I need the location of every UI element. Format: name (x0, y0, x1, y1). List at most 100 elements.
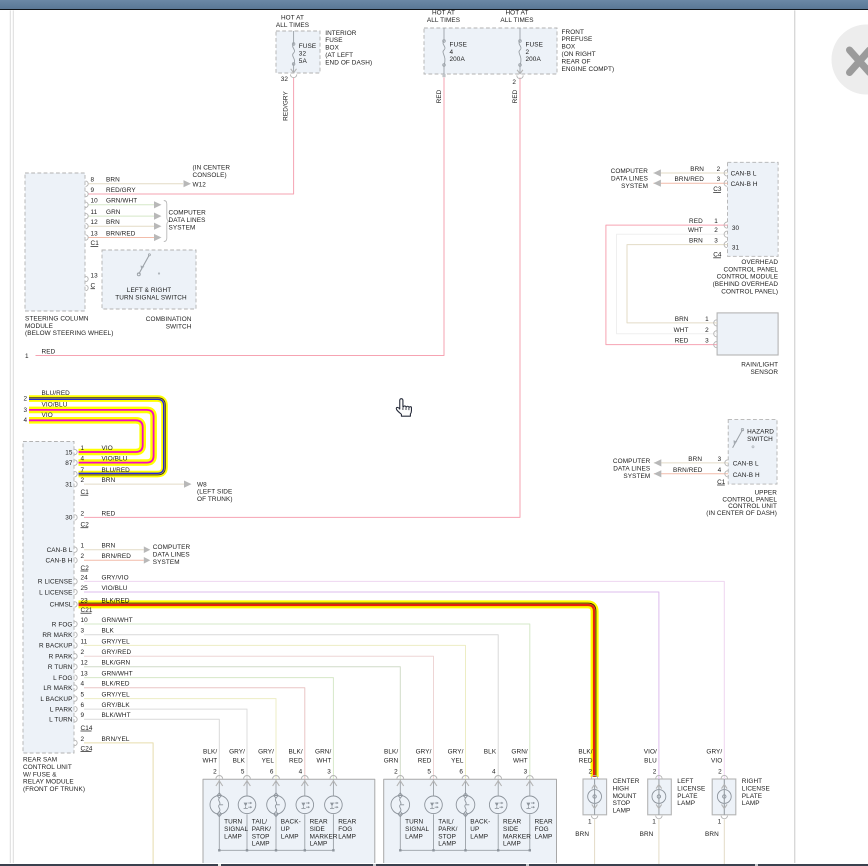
svg-text:BACK-: BACK- (281, 819, 301, 826)
svg-text:2: 2 (81, 736, 85, 743)
svg-text:RR MARK: RR MARK (42, 632, 73, 639)
svg-text:BRN: BRN (689, 238, 703, 245)
svg-text:L BACKUP: L BACKUP (40, 696, 72, 703)
svg-text:10: 10 (81, 617, 89, 624)
svg-text:LAMP: LAMP (470, 833, 488, 840)
svg-text:YEL: YEL (262, 757, 275, 764)
svg-text:13: 13 (81, 671, 89, 678)
svg-text:2: 2 (24, 396, 28, 403)
svg-text:CONSOLE): CONSOLE) (193, 172, 227, 179)
svg-text:TAIL/: TAIL/ (252, 819, 267, 826)
svg-text:ALL TIMES: ALL TIMES (500, 17, 533, 24)
svg-text:LAMP: LAMP (224, 833, 242, 840)
svg-text:SIGNAL: SIGNAL (224, 826, 248, 833)
svg-text:4: 4 (81, 456, 85, 463)
svg-text:1: 1 (25, 353, 29, 360)
svg-text:24: 24 (81, 574, 89, 581)
svg-text:MARKER: MARKER (310, 833, 338, 840)
svg-text:ALL TIMES: ALL TIMES (276, 22, 309, 29)
svg-text:SYSTEM: SYSTEM (153, 559, 180, 566)
svg-text:(ON RIGHT: (ON RIGHT (562, 51, 596, 58)
svg-text:OVERHEAD: OVERHEAD (741, 259, 778, 266)
svg-text:RED: RED (689, 218, 703, 225)
svg-text:LAMP: LAMP (742, 800, 760, 807)
svg-text:BLK/: BLK/ (384, 749, 398, 756)
svg-text:3: 3 (705, 338, 709, 345)
svg-text:RED/GRY: RED/GRY (283, 91, 290, 121)
svg-text:1: 1 (718, 819, 722, 826)
svg-text:ALL TIMES: ALL TIMES (427, 17, 460, 24)
svg-text:3: 3 (81, 628, 85, 635)
svg-text:FOG: FOG (338, 826, 352, 833)
svg-text:LAMP: LAMP (438, 841, 456, 848)
svg-text:CONTROL PANEL): CONTROL PANEL) (721, 289, 778, 296)
svg-text:DATA LINES: DATA LINES (153, 551, 190, 558)
svg-text:1: 1 (714, 218, 718, 225)
svg-text:1: 1 (652, 819, 656, 826)
svg-text:BRN: BRN (705, 831, 719, 838)
svg-text:87: 87 (65, 460, 73, 467)
svg-text:R FOG: R FOG (52, 621, 73, 628)
svg-text:WHT: WHT (513, 757, 528, 764)
svg-text:LR MARK: LR MARK (43, 685, 73, 692)
svg-text:2: 2 (81, 510, 85, 517)
svg-text:VIO/BLU: VIO/BLU (102, 456, 128, 463)
svg-text:3: 3 (717, 176, 721, 183)
svg-text:STOP: STOP (438, 833, 456, 840)
svg-text:6: 6 (81, 702, 85, 709)
svg-text:STOP: STOP (613, 800, 631, 807)
svg-text:(LEFT SIDE: (LEFT SIDE (197, 489, 232, 496)
svg-text:BLK/RED: BLK/RED (102, 681, 130, 688)
svg-text:BLK/: BLK/ (289, 749, 303, 756)
svg-text:LICENSE: LICENSE (677, 786, 705, 793)
svg-text:PARK/: PARK/ (252, 826, 271, 833)
svg-text:9: 9 (91, 187, 95, 194)
svg-text:LAMP: LAMP (503, 841, 521, 848)
svg-text:30: 30 (732, 225, 740, 232)
svg-text:L PARK: L PARK (50, 706, 73, 713)
svg-text:R TURN: R TURN (48, 664, 73, 671)
svg-text:7: 7 (81, 467, 85, 474)
svg-text:(BEHIND OVERHEAD: (BEHIND OVERHEAD (713, 281, 779, 288)
svg-text:BACK-: BACK- (470, 819, 490, 826)
svg-text:REAR OF: REAR OF (562, 58, 591, 65)
svg-text:TURN: TURN (224, 819, 242, 826)
svg-text:RELAY MODULE: RELAY MODULE (23, 779, 74, 786)
svg-text:3: 3 (714, 238, 718, 245)
svg-text:COMBINATION: COMBINATION (146, 316, 192, 323)
svg-text:9: 9 (81, 712, 85, 719)
svg-text:11: 11 (91, 209, 98, 216)
svg-text:VIO: VIO (102, 445, 113, 452)
svg-text:BRN: BRN (102, 543, 116, 550)
svg-text:RED: RED (579, 757, 593, 764)
svg-text:LAMP: LAMP (405, 833, 423, 840)
svg-text:BRN: BRN (106, 219, 120, 226)
svg-text:COMPUTER: COMPUTER (611, 168, 649, 175)
svg-text:HAZARD: HAZARD (747, 429, 774, 436)
svg-text:2: 2 (81, 553, 85, 560)
svg-text:PLATE: PLATE (742, 793, 762, 800)
svg-text:RED/GRY: RED/GRY (106, 187, 136, 194)
svg-text:11: 11 (81, 638, 88, 645)
svg-text:BRN: BRN (640, 831, 654, 838)
svg-text:OF TRUNK): OF TRUNK) (197, 496, 233, 503)
svg-text:DATA LINES: DATA LINES (613, 466, 650, 473)
svg-text:200A: 200A (526, 56, 542, 63)
svg-text:SYSTEM: SYSTEM (621, 183, 648, 190)
svg-text:L TURN: L TURN (49, 717, 73, 724)
svg-text:5: 5 (427, 769, 431, 776)
svg-text:BRN/YEL: BRN/YEL (102, 736, 130, 743)
svg-text:FOG: FOG (535, 826, 549, 833)
svg-text:31: 31 (65, 481, 73, 488)
svg-text:LEFT: LEFT (677, 778, 693, 785)
svg-text:FUSE: FUSE (450, 41, 467, 48)
svg-text:LAMP: LAMP (338, 833, 356, 840)
svg-text:INTERIOR: INTERIOR (325, 30, 357, 37)
svg-text:VIO: VIO (711, 757, 722, 764)
svg-text:4: 4 (24, 417, 28, 424)
svg-text:END OF DASH): END OF DASH) (325, 59, 372, 66)
svg-text:25: 25 (81, 585, 89, 592)
svg-text:30: 30 (65, 515, 73, 522)
svg-text:REAR: REAR (503, 819, 521, 826)
svg-text:2: 2 (512, 79, 516, 86)
